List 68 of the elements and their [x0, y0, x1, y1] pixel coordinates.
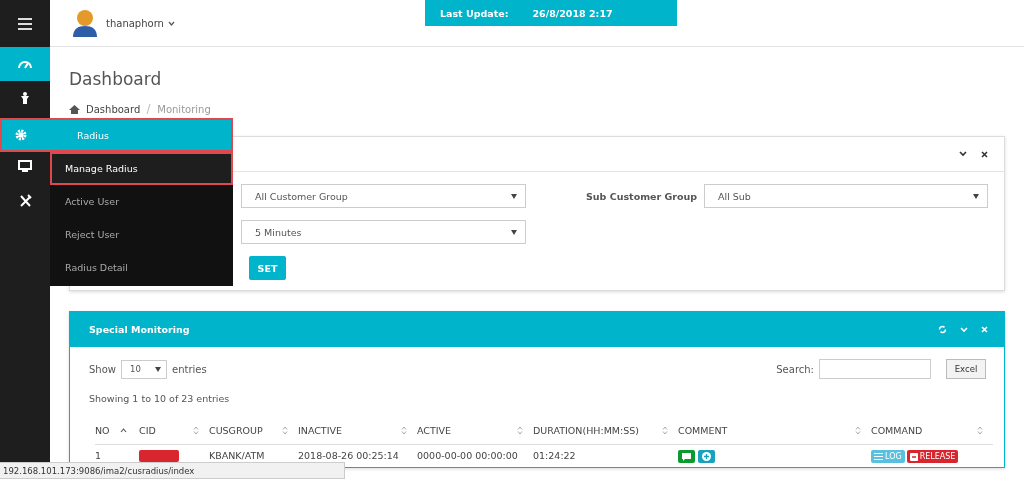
caret-icon	[167, 20, 175, 26]
submenu-item[interactable]: Reject User	[50, 218, 233, 251]
search-label: Search:	[776, 363, 814, 375]
column-header[interactable]: ACTIVE	[417, 417, 533, 444]
excel-button[interactable]: Excel	[946, 359, 986, 379]
sort-icon	[855, 426, 861, 435]
table-cell-text: 01:24:22	[533, 449, 577, 463]
table-cell-text: KBANK/ATM	[209, 449, 266, 463]
figure-icon	[20, 92, 30, 104]
last-update-value: 26/8/2018 2:17	[532, 7, 613, 19]
sort-icon	[193, 426, 199, 435]
column-header[interactable]: INACTIVE	[298, 417, 417, 444]
column-header[interactable]: COMMAND	[871, 417, 993, 444]
breadcrumb-separator	[146, 104, 152, 114]
gauge-icon	[18, 59, 32, 69]
page-title: Dashboard	[69, 69, 163, 89]
submenu-item[interactable]: Active User	[50, 185, 233, 218]
table-cell-text: 0000-00-00 00:00:00	[417, 449, 519, 463]
comment-button[interactable]	[678, 450, 695, 463]
breadcrumb-link[interactable]: Dashboard	[86, 103, 141, 115]
sort-icon	[517, 426, 523, 435]
sort-icon	[662, 426, 668, 435]
settings-icon	[15, 129, 27, 141]
table-cell-text: 2018-08-26 00:25:14	[298, 449, 400, 463]
dropdown-arrow-icon	[511, 193, 517, 199]
sort-icon	[977, 426, 983, 435]
interval-select[interactable]: 5 Minutes	[241, 220, 526, 244]
table-cell-text: 1	[95, 449, 103, 463]
collapse-icon[interactable]	[959, 151, 967, 157]
search-field[interactable]	[819, 359, 931, 379]
status-bar-url: 192.168.101.173:9086/ima2/cusradius/index	[0, 462, 345, 479]
refresh-icon[interactable]	[938, 325, 947, 334]
cid-tag	[139, 450, 179, 462]
home-icon	[69, 104, 80, 114]
user-menu[interactable]: thanaphorn	[106, 17, 175, 29]
tools-icon	[18, 193, 32, 207]
table-info: Showing 1 to 10 of 23 entries	[89, 393, 231, 406]
add-comment-button[interactable]	[698, 450, 715, 463]
list-icon	[874, 453, 883, 460]
plus-circle-icon	[702, 452, 711, 461]
column-header[interactable]: NO	[95, 417, 139, 444]
minus-square-icon	[909, 452, 918, 461]
submenu-item[interactable]: Manage Radius	[50, 152, 233, 185]
sort-icon	[401, 426, 407, 435]
entries-label: entries	[172, 363, 207, 375]
dropdown-arrow-icon	[155, 366, 161, 372]
sub-customer-group-label: Sub Customer Group	[586, 190, 699, 202]
column-header[interactable]: CID	[139, 417, 209, 444]
speech-bubble-icon	[682, 452, 691, 461]
menu-icon[interactable]	[18, 17, 32, 30]
monitor-icon	[18, 160, 32, 172]
close-icon[interactable]	[981, 150, 988, 158]
submenu-item[interactable]: Radius Detail	[50, 251, 233, 284]
dropdown-arrow-icon	[973, 193, 979, 199]
sub-customer-group-select[interactable]: All Sub	[704, 184, 988, 208]
panel-title: Special Monitoring	[89, 324, 190, 335]
column-header[interactable]: DURATION(HH:MM:SS)	[533, 417, 678, 444]
release-button[interactable]: RELEASE	[906, 450, 959, 463]
sort-icon	[282, 426, 288, 435]
sort-ascending-icon	[119, 428, 127, 433]
page-size-select[interactable]: 10	[121, 359, 167, 379]
show-label: Show	[89, 363, 116, 375]
dropdown-arrow-icon	[511, 229, 517, 235]
customer-group-select[interactable]: All Customer Group	[241, 184, 526, 208]
avatar-icon	[72, 9, 98, 37]
column-header[interactable]: COMMENT	[678, 417, 871, 444]
last-update-label: Last Update:	[440, 7, 509, 19]
column-header[interactable]: CUSGROUP	[209, 417, 298, 444]
